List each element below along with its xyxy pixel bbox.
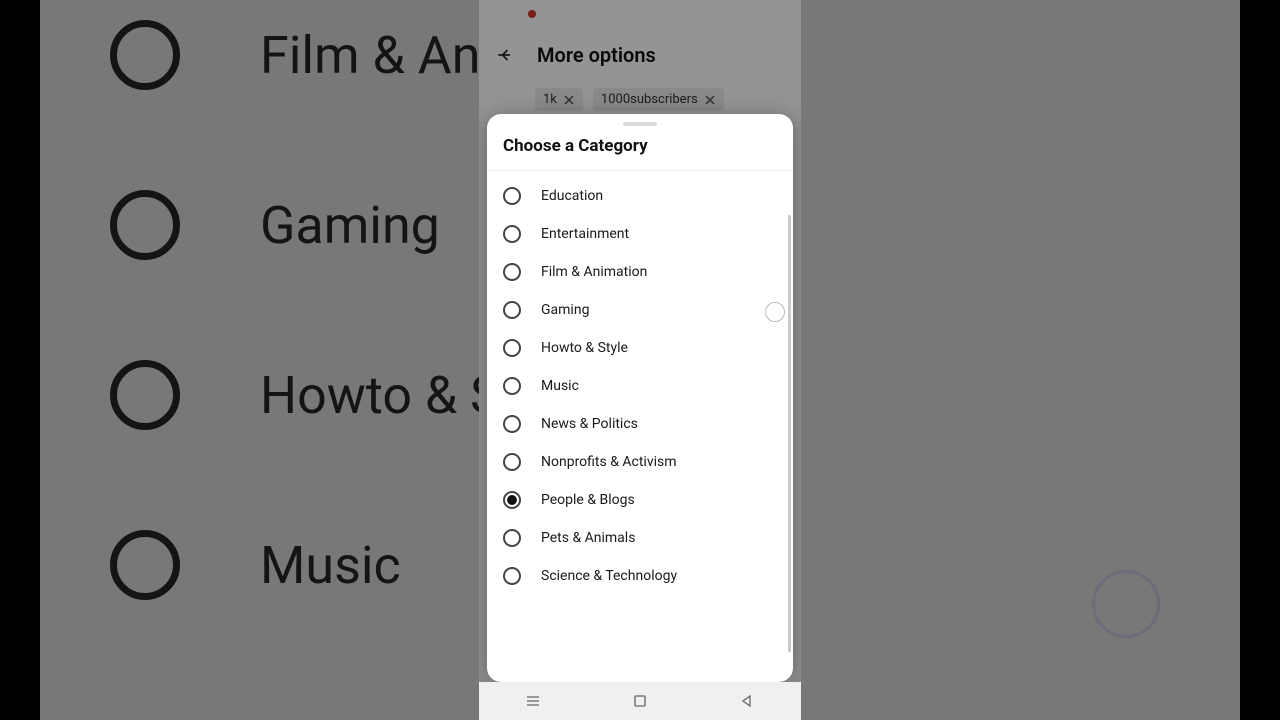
sheet-title: Choose a Category [487,132,793,171]
category-label: Film & Animation [541,264,647,280]
signal-icon [727,9,738,19]
scrollbar[interactable] [788,215,791,652]
sheet-drag-handle[interactable] [623,122,657,126]
radio-icon[interactable] [503,377,521,395]
tag-chip-label: 1k [543,92,557,107]
category-label: Education [541,188,603,204]
category-bottom-sheet: Choose a Category Education Entertainmen… [487,114,793,682]
phone-frame: 4:16 4.00 50 More options 1k 1000subscri… [479,0,801,720]
signal-icon [744,9,755,19]
category-item[interactable]: Education [487,177,793,215]
system-nav-bar [479,682,801,720]
category-item[interactable]: Music [487,367,793,405]
category-list[interactable]: Education Entertainment Film & Animation… [487,171,793,682]
category-label: Science & Technology [541,568,677,584]
touch-indicator-icon [1092,570,1160,638]
radio-icon[interactable] [503,529,521,547]
radio-icon[interactable] [503,225,521,243]
category-label: Gaming [541,302,589,318]
close-icon[interactable] [704,94,716,106]
status-bar: 4:16 4.00 50 [479,0,801,28]
category-item[interactable]: People & Blogs [487,481,793,519]
category-item[interactable]: Nonprofits & Activism [487,443,793,481]
touch-indicator-icon [765,302,785,322]
back-arrow-icon[interactable] [495,45,515,65]
category-item[interactable]: News & Politics [487,405,793,443]
radio-icon[interactable] [503,415,521,433]
category-item[interactable]: Science & Technology [487,557,793,595]
tag-chip-label: 1000subscribers [601,92,698,107]
radio-icon[interactable] [503,339,521,357]
category-label: Howto & Style [541,340,628,356]
category-label: Pets & Animals [541,530,635,546]
back-button[interactable] [737,691,757,711]
category-item[interactable]: Gaming [487,291,793,329]
app-header: More options [479,28,801,82]
radio-icon[interactable] [503,301,521,319]
category-label: News & Politics [541,416,638,432]
category-item[interactable]: Howto & Style [487,329,793,367]
tag-chip[interactable]: 1000subscribers [593,88,724,111]
radio-icon[interactable] [503,491,521,509]
radio-icon[interactable] [503,263,521,281]
status-time: 4:16 [499,7,522,21]
category-item[interactable]: Pets & Animals [487,519,793,557]
radio-icon[interactable] [503,187,521,205]
network-speed: 4.00 [703,9,721,19]
category-label: People & Blogs [541,492,635,508]
category-label: Music [541,378,579,394]
category-item[interactable]: Film & Animation [487,253,793,291]
recents-button[interactable] [523,691,543,711]
battery-icon: 50 [761,9,781,19]
category-label: Entertainment [541,226,629,242]
radio-icon[interactable] [503,567,521,585]
category-label: Nonprofits & Activism [541,454,677,470]
page-title: More options [537,43,656,67]
radio-icon[interactable] [503,453,521,471]
recording-indicator-icon [528,10,536,18]
tag-chip[interactable]: 1k [535,88,583,111]
close-icon[interactable] [563,94,575,106]
home-button[interactable] [630,691,650,711]
category-item[interactable]: Entertainment [487,215,793,253]
